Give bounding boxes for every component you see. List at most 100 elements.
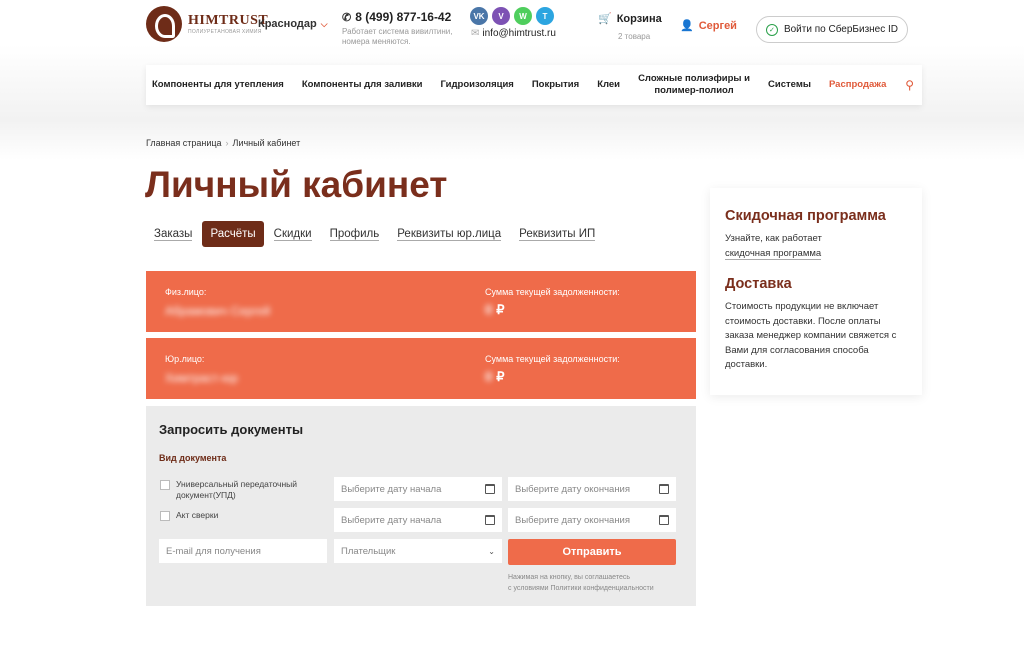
calendar-icon[interactable]	[659, 515, 669, 525]
date-end-placeholder: Выберите дату окончания	[515, 483, 631, 495]
nav-item[interactable]: Системы	[768, 79, 811, 91]
doc-type-label: Вид документа	[159, 453, 227, 463]
tab-label: Заказы	[154, 228, 193, 241]
check-icon: ✓	[765, 23, 778, 36]
debt-sum: 0 ₽	[485, 302, 505, 318]
calendar-icon[interactable]	[485, 484, 495, 494]
chevron-down-icon: ⌵	[320, 19, 328, 29]
checkbox-label: Универсальный передаточный документ(УПД)	[176, 479, 298, 500]
tab-label: Профиль	[329, 228, 380, 241]
consent-note: Нажимая на кнопку, вы соглашаетесь с усл…	[508, 572, 654, 594]
checkbox-label: Акт сверки	[176, 510, 219, 520]
delivery-title: Доставка	[725, 276, 792, 292]
debt-type-label: Физ.лицо:	[165, 287, 207, 297]
request-documents-panel: Запросить документы Вид документа Универ…	[146, 406, 696, 606]
debt-name: Абрамович Сергей	[165, 304, 271, 318]
calendar-icon[interactable]	[659, 484, 669, 494]
nav-item[interactable]: Сложные полиэфиры и полимер-полиол	[638, 73, 750, 97]
debt-name: Химтраст-юр	[165, 371, 238, 385]
whatsapp-icon[interactable]: W	[514, 7, 532, 25]
checkbox[interactable]	[160, 511, 170, 521]
debt-card-legal: Юр.лицо: Сумма текущей задолженности: Хи…	[146, 338, 696, 399]
cart-icon: 🛒	[598, 13, 612, 25]
date-start-placeholder: Выберите дату начала	[341, 514, 442, 526]
date-end-placeholder: Выберите дату окончания	[515, 514, 631, 526]
consent-line[interactable]: с условиями Политики конфиденциальности	[508, 583, 654, 594]
debt-sum-value: 0	[485, 302, 493, 317]
payer-select[interactable]: Плательщик ⌄	[334, 539, 502, 563]
tab-legal-details[interactable]: Реквизиты юр.лица	[389, 221, 509, 247]
doc-checkbox-act[interactable]: Акт сверки	[160, 510, 316, 521]
discount-text-line: Узнайте, как работает	[725, 233, 822, 244]
chevron-down-icon: ⌄	[488, 546, 495, 556]
tab-label: Скидки	[273, 228, 312, 241]
vk-icon[interactable]: VK	[470, 7, 488, 25]
discount-link[interactable]: скидочная программа	[725, 247, 822, 260]
page-title: Личный кабинет	[145, 164, 448, 205]
tab-discounts[interactable]: Скидки	[266, 221, 320, 247]
tab-payments[interactable]: Расчёты	[202, 221, 264, 247]
discount-title: Скидочная программа	[725, 208, 886, 224]
breadcrumb-home[interactable]: Главная страница	[146, 138, 222, 148]
nav-item[interactable]: Клеи	[597, 79, 620, 91]
date-end-input[interactable]: Выберите дату окончания	[508, 477, 676, 501]
tab-label: Реквизиты ИП	[519, 228, 596, 241]
date-start-input[interactable]: Выберите дату начала	[334, 508, 502, 532]
city-selector[interactable]: Краснодар ⌵	[258, 18, 328, 30]
nav-item[interactable]: Компоненты для заливки	[302, 79, 423, 91]
sber-login-label: Войти по СберБизнес ID	[783, 24, 899, 35]
consent-line: Нажимая на кнопку, вы соглашаетесь	[508, 574, 631, 581]
social-links: VK V W T	[470, 7, 554, 25]
nav-item[interactable]: Покрытия	[532, 79, 579, 91]
email-field[interactable]: E-mail для получения	[159, 539, 327, 563]
date-start-placeholder: Выберите дату начала	[341, 483, 442, 495]
user-icon: 👤	[680, 20, 694, 32]
payer-placeholder: Плательщик	[341, 545, 396, 557]
search-icon[interactable]: ⚲	[905, 78, 914, 92]
phone-link[interactable]: ✆ 8 (499) 877-16-42	[342, 10, 451, 24]
cart-link[interactable]: 🛒 Корзина	[598, 12, 662, 25]
mail-icon: ✉	[471, 28, 480, 39]
email-link[interactable]: ✉ info@himtrust.ru	[471, 28, 556, 39]
logo-icon	[146, 6, 182, 42]
logo[interactable]: HIMTRUST ПОЛИУРЕТАНОВАЯ ХИМИЯ	[146, 6, 268, 42]
breadcrumb: Главная страница › Личный кабинет	[146, 138, 300, 148]
debt-type-label: Юр.лицо:	[165, 354, 205, 364]
account-tabs: Заказы Расчёты Скидки Профиль Реквизиты …	[146, 221, 605, 247]
calendar-icon[interactable]	[485, 515, 495, 525]
phone-number: 8 (499) 877-16-42	[355, 10, 452, 24]
debt-sum-label: Сумма текущей задолженности:	[485, 287, 620, 297]
date-start-input[interactable]: Выберите дату начала	[334, 477, 502, 501]
tab-label: Реквизиты юр.лица	[397, 228, 502, 241]
logo-name: HIMTRUST	[188, 13, 269, 28]
discount-text: Узнайте, как работает скидочная программ…	[725, 232, 915, 261]
nav-item-sale[interactable]: Распродажа	[829, 79, 886, 91]
breadcrumb-current: Личный кабинет	[232, 138, 301, 148]
date-end-input[interactable]: Выберите дату окончания	[508, 508, 676, 532]
cart-count: 2 товара	[618, 32, 651, 41]
info-sidebar: Скидочная программа Узнайте, как работае…	[710, 188, 922, 395]
tab-profile[interactable]: Профиль	[322, 221, 388, 247]
breadcrumb-separator-icon: ›	[225, 138, 229, 148]
checkbox[interactable]	[160, 480, 170, 490]
tab-orders[interactable]: Заказы	[146, 221, 200, 247]
viber-icon[interactable]: V	[492, 7, 510, 25]
logo-subtitle: ПОЛИУРЕТАНОВАЯ ХИМИЯ	[188, 29, 262, 35]
doc-checkbox-upd[interactable]: Универсальный передаточный документ(УПД)	[160, 479, 316, 501]
delivery-text: Стоимость продукции не включает стоимост…	[725, 301, 897, 370]
debt-sum: 0 ₽	[485, 369, 505, 385]
email-placeholder: E-mail для получения	[166, 545, 261, 557]
email-text: info@himtrust.ru	[482, 28, 556, 39]
currency-sign: ₽	[496, 302, 505, 317]
user-name: Сергей	[698, 20, 737, 32]
city-label: Краснодар	[258, 18, 317, 30]
sber-login-button[interactable]: ✓ Войти по СберБизнес ID	[756, 16, 908, 43]
telegram-icon[interactable]: T	[536, 7, 554, 25]
send-button[interactable]: Отправить	[508, 539, 676, 565]
nav-item[interactable]: Гидроизоляция	[441, 79, 514, 91]
tab-ip-details[interactable]: Реквизиты ИП	[511, 221, 603, 247]
debt-sum-value: 0	[485, 369, 493, 384]
nav-item[interactable]: Компоненты для утепления	[152, 79, 284, 91]
user-profile-link[interactable]: 👤 Сергей	[680, 19, 737, 32]
tab-label: Расчёты	[210, 228, 256, 240]
